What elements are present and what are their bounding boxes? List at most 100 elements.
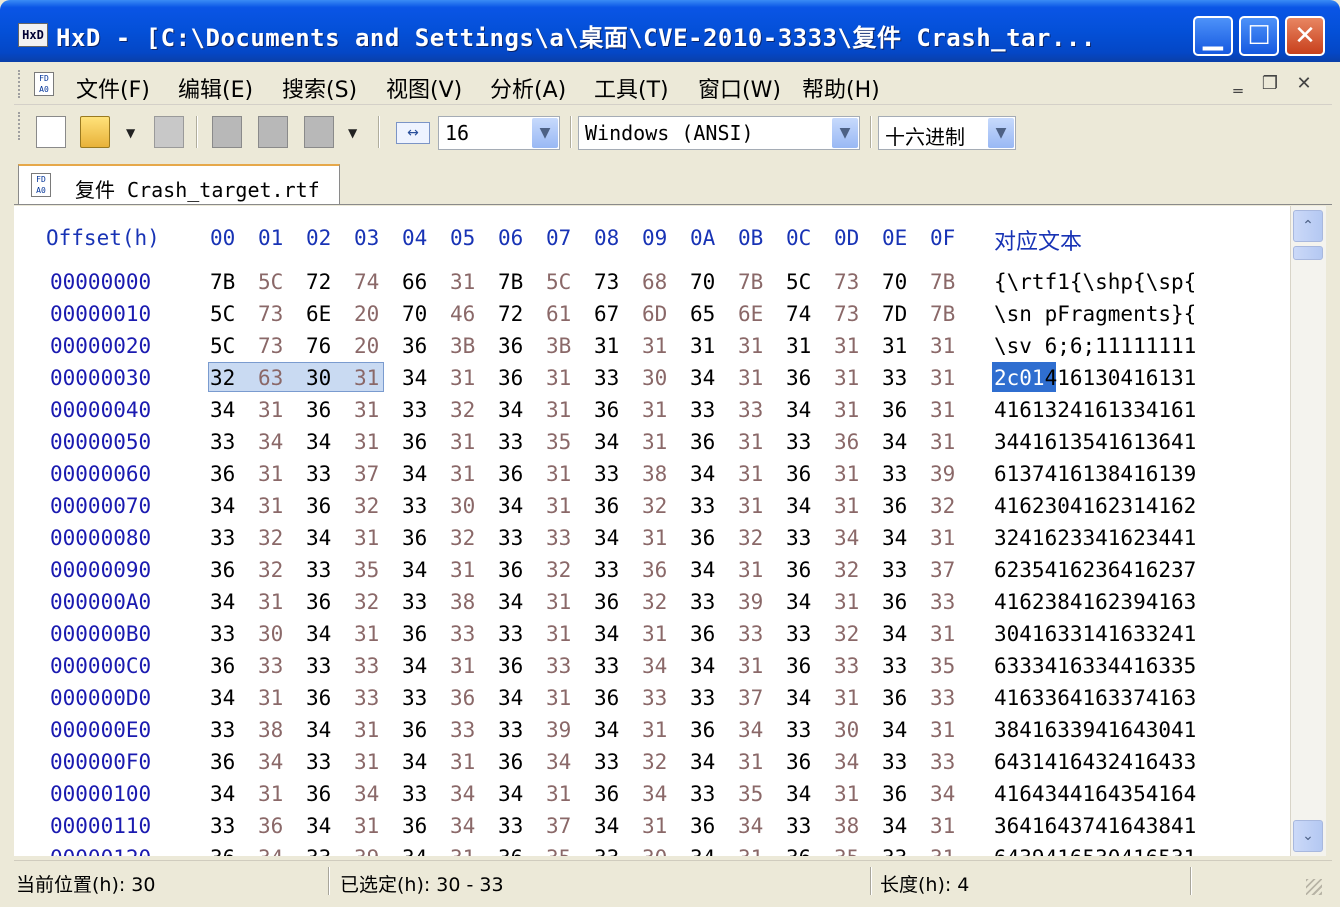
hex-byte[interactable]: 34 — [786, 398, 822, 422]
hex-byte[interactable]: 33 — [882, 654, 918, 678]
hex-byte[interactable]: 6D — [642, 302, 678, 326]
hex-byte[interactable]: 32 — [738, 526, 774, 550]
hex-byte[interactable]: 39 — [738, 590, 774, 614]
hex-byte[interactable]: 35 — [546, 430, 582, 454]
hex-byte[interactable]: 31 — [834, 590, 870, 614]
hex-byte[interactable]: 34 — [402, 654, 438, 678]
hex-byte[interactable]: 32 — [450, 398, 486, 422]
hex-byte[interactable]: 33 — [930, 750, 966, 774]
hex-byte[interactable]: 36 — [402, 718, 438, 742]
hex-byte[interactable]: 36 — [498, 366, 534, 390]
hex-byte[interactable]: 34 — [882, 622, 918, 646]
row-text[interactable]: 4161324161334161 — [994, 398, 1196, 422]
hex-byte[interactable]: 33 — [594, 366, 630, 390]
hex-row[interactable]: 00000000 7B 5C 72 74 66 31 7B 5C 73 68 70 7B 5C 73 70 7B… — [14, 270, 1290, 302]
hex-byte[interactable]: 31 — [354, 430, 390, 454]
hex-byte[interactable]: 33 — [882, 750, 918, 774]
hex-byte[interactable]: 32 — [546, 558, 582, 582]
hex-byte[interactable]: 31 — [354, 814, 390, 838]
hex-byte[interactable]: 33 — [498, 814, 534, 838]
hex-byte[interactable]: 36 — [786, 366, 822, 390]
hex-row[interactable]: 000000D0 34 31 36 33 33 36 34 31 36 33 33 37 34 31 36 33… — [14, 686, 1290, 718]
hex-byte[interactable]: 33 — [306, 462, 342, 486]
row-text[interactable]: 6439416530416531 — [994, 846, 1196, 856]
hex-byte[interactable]: 7B — [930, 270, 966, 294]
hex-byte[interactable]: 33 — [594, 558, 630, 582]
hex-row[interactable]: 000000F0 36 34 33 31 34 31 36 34 33 32 34 31 36 34 33 33… — [14, 750, 1290, 782]
menu-item[interactable]: 编辑(E) — [178, 72, 253, 104]
hex-byte[interactable]: 36 — [690, 526, 726, 550]
hex-byte[interactable]: 33 — [786, 526, 822, 550]
hex-byte[interactable]: 30 — [642, 846, 678, 856]
hex-byte[interactable]: 31 — [642, 526, 678, 550]
hex-byte[interactable]: 73 — [834, 302, 870, 326]
hex-byte[interactable]: 31 — [834, 782, 870, 806]
row-text[interactable]: 6333416334416335 — [994, 654, 1196, 678]
hex-byte[interactable]: 31 — [450, 558, 486, 582]
hex-byte[interactable]: 36 — [594, 782, 630, 806]
hex-byte[interactable]: 5C — [258, 270, 294, 294]
hex-byte[interactable]: 36 — [594, 686, 630, 710]
hex-byte[interactable]: 33 — [210, 622, 246, 646]
hex-byte[interactable]: 35 — [546, 846, 582, 856]
hex-byte[interactable]: 34 — [834, 750, 870, 774]
hex-byte[interactable]: 36 — [642, 558, 678, 582]
vertical-scrollbar[interactable]: ⌃ ⌄ — [1290, 206, 1326, 856]
hex-byte[interactable]: 33 — [834, 654, 870, 678]
hex-byte[interactable]: 36 — [786, 654, 822, 678]
hex-byte[interactable]: 70 — [690, 270, 726, 294]
hex-byte[interactable]: 32 — [834, 622, 870, 646]
hex-row[interactable]: 00000080 33 32 34 31 36 32 33 33 34 31 36 32 33 34 34 31… — [14, 526, 1290, 558]
hex-byte[interactable]: 34 — [306, 814, 342, 838]
hex-row[interactable]: 00000120 36 34 33 39 34 31 36 35 33 30 34 31 36 35 33 31… — [14, 846, 1290, 856]
hex-byte[interactable]: 38 — [642, 462, 678, 486]
hex-byte[interactable]: 31 — [930, 622, 966, 646]
hex-byte[interactable]: 33 — [690, 398, 726, 422]
hex-byte[interactable]: 33 — [690, 782, 726, 806]
hex-byte[interactable]: 34 — [402, 366, 438, 390]
hex-byte[interactable]: 34 — [882, 814, 918, 838]
hex-byte[interactable]: 34 — [210, 590, 246, 614]
hex-byte[interactable]: 37 — [546, 814, 582, 838]
row-text[interactable]: 4162384162394163 — [994, 590, 1196, 614]
hex-row[interactable]: 00000100 34 31 36 34 33 34 34 31 36 34 33 35 34 31 36 34… — [14, 782, 1290, 814]
hex-byte[interactable]: 33 — [690, 494, 726, 518]
hex-byte[interactable]: 39 — [354, 846, 390, 856]
hex-byte[interactable]: 31 — [258, 398, 294, 422]
hex-byte[interactable]: 34 — [402, 558, 438, 582]
hex-byte[interactable]: 34 — [690, 750, 726, 774]
hex-byte[interactable]: 33 — [306, 558, 342, 582]
scroll-down-button[interactable]: ⌄ — [1293, 820, 1323, 852]
hex-byte[interactable]: 31 — [450, 846, 486, 856]
hex-byte[interactable]: 34 — [258, 846, 294, 856]
hex-byte[interactable]: 36 — [498, 846, 534, 856]
hex-byte[interactable]: 33 — [258, 654, 294, 678]
hex-byte[interactable]: 33 — [402, 782, 438, 806]
hex-byte[interactable]: 31 — [834, 686, 870, 710]
hex-byte[interactable]: 31 — [930, 526, 966, 550]
hex-byte[interactable]: 7B — [930, 302, 966, 326]
row-text[interactable]: 4163364163374163 — [994, 686, 1196, 710]
hex-byte[interactable]: 33 — [450, 622, 486, 646]
hex-byte[interactable]: 5C — [546, 270, 582, 294]
hex-byte[interactable]: 31 — [546, 366, 582, 390]
row-text[interactable]: 6137416138416139 — [994, 462, 1196, 486]
hex-row[interactable]: 00000030 32 63 30 31 34 31 36 31 33 30 34 31 36 31 33 31… — [14, 362, 1290, 398]
hex-byte[interactable]: 31 — [258, 494, 294, 518]
hex-row[interactable]: 000000A0 34 31 36 32 33 38 34 31 36 32 33 39 34 31 36 33… — [14, 590, 1290, 622]
hex-byte[interactable]: 34 — [354, 782, 390, 806]
open-ram-icon[interactable] — [258, 116, 288, 148]
hex-row[interactable]: 00000050 33 34 34 31 36 31 33 35 34 31 36 31 33 36 34 31… — [14, 430, 1290, 462]
hex-byte[interactable]: 34 — [210, 782, 246, 806]
hex-byte[interactable]: 36 — [258, 814, 294, 838]
hex-byte[interactable]: 33 — [594, 750, 630, 774]
hex-byte[interactable]: 36 — [786, 750, 822, 774]
chevron-down-icon[interactable]: ▼ — [832, 118, 858, 148]
hex-byte[interactable]: 36 — [690, 430, 726, 454]
hex-byte[interactable]: 66 — [402, 270, 438, 294]
hex-byte[interactable]: 31 — [642, 622, 678, 646]
hex-byte[interactable]: 34 — [786, 590, 822, 614]
hex-byte[interactable]: 36 — [690, 814, 726, 838]
hex-byte[interactable]: 33 — [306, 750, 342, 774]
menu-item[interactable]: 窗口(W) — [698, 72, 781, 104]
